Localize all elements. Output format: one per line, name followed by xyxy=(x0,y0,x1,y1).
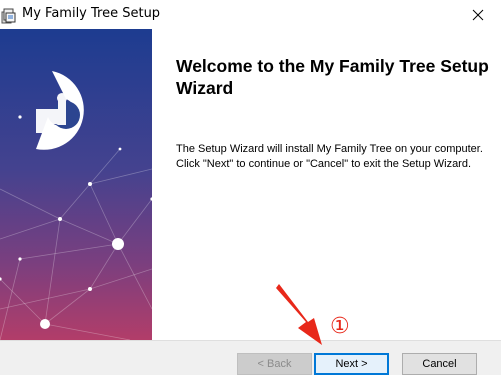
cancel-button[interactable]: Cancel xyxy=(402,353,477,375)
close-icon xyxy=(472,6,484,25)
wizard-banner-image xyxy=(0,29,152,340)
step-marker: ① xyxy=(330,314,350,339)
welcome-description: The Setup Wizard will install My Family … xyxy=(176,143,483,170)
setup-window: My Family Tree Setup Welcome to the My F… xyxy=(0,0,501,375)
title-bar: My Family Tree Setup xyxy=(0,0,501,30)
installer-icon xyxy=(1,8,17,24)
back-button[interactable]: < Back xyxy=(237,353,312,375)
next-button[interactable]: Next > xyxy=(314,353,389,375)
window-title: My Family Tree Setup xyxy=(22,6,161,21)
close-button[interactable] xyxy=(455,0,501,30)
button-bar: < Back Next > Cancel xyxy=(0,340,501,375)
wizard-content: Welcome to the My Family Tree Setup Wiza… xyxy=(152,29,501,340)
welcome-heading: Welcome to the My Family Tree Setup Wiza… xyxy=(176,56,489,98)
